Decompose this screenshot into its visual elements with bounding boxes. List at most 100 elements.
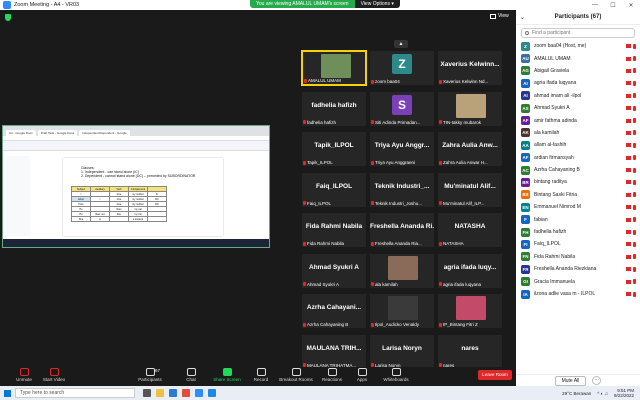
participant-row[interactable]: Ffabian — [516, 213, 640, 225]
tile-name-label: Fida Rahmi Nabila — [303, 241, 365, 246]
chrome-icon[interactable] — [182, 389, 190, 397]
video-off-icon — [626, 81, 631, 86]
muted-mic-icon — [371, 79, 374, 84]
mic-muted-icon — [633, 142, 636, 148]
leave-room-button[interactable]: Leave Room — [478, 370, 512, 380]
task-view-icon[interactable] — [143, 389, 151, 397]
video-tile[interactable]: MAULANA TRIH... MAULANA TRIHATMA... — [301, 333, 367, 370]
avatar: AF — [521, 153, 530, 163]
participant-name: ardian firmansyah — [534, 154, 574, 161]
participant-row[interactable]: FH fadhelia hafizh — [516, 226, 640, 238]
participant-row[interactable]: GI Gracia Immanuela — [516, 275, 640, 287]
video-tile[interactable]: Faiq_ILPOL Faiq_ILPOL — [301, 171, 367, 208]
close-icon[interactable]: ✕ — [622, 2, 640, 9]
video-off-icon — [626, 254, 631, 259]
participant-row[interactable]: FR Freshella Ananda Riezkiana — [516, 263, 640, 275]
mic-muted-icon — [633, 279, 636, 285]
video-off-button[interactable]: Start Video — [34, 368, 74, 385]
video-off-icon — [626, 217, 631, 222]
participant-row[interactable]: AC Azrha Cahayaning B — [516, 164, 640, 176]
video-tile[interactable]: AMALUL UMAM — [301, 50, 367, 86]
video-tile[interactable]: Azrha Cahayani... Azrha Cahayaning B — [301, 293, 367, 329]
video-tile[interactable]: S Siti Adinda Primadan... — [369, 90, 435, 127]
breakout-rooms-button[interactable]: Breakout Rooms — [276, 368, 316, 385]
video-tile[interactable]: Fida Rahmi Nabila Fida Rahmi Nabila — [301, 212, 367, 248]
chat-button[interactable]: Chat — [171, 368, 211, 385]
tile-display-name: Zahra Aulia Anw... — [442, 142, 498, 149]
video-tile[interactable]: Larisa Noryn Larisa Noryn — [369, 333, 435, 370]
video-tile[interactable]: Mu'minatul Alif... Mu'minatul Alif_ILP... — [437, 171, 503, 208]
muted-mic-icon — [439, 79, 442, 84]
participants-button[interactable]: 67 Participants — [130, 368, 170, 385]
participant-row[interactable]: BS Bintang Saski Fitria — [516, 189, 640, 201]
participant-row[interactable]: AI agria ifada luqyana — [516, 77, 640, 89]
participant-search-input[interactable]: Find a participant — [521, 28, 635, 38]
participant-name: agria ifada luqyana — [534, 80, 577, 87]
video-tile[interactable]: nares nares — [437, 333, 503, 370]
participant-row[interactable]: EN Emmanuel Nimrod M — [516, 201, 640, 213]
avatar: AA — [521, 140, 530, 150]
tile-display-name: Azrha Cahayani... — [306, 304, 362, 311]
participant-row[interactable]: BR bintang raditya — [516, 176, 640, 188]
file-explorer-icon[interactable] — [156, 389, 164, 397]
collapse-panel-icon[interactable]: ⌄ — [520, 14, 525, 21]
video-tile[interactable]: Triya Ayu Anggr... Triya Ayu Anggraeni — [369, 131, 435, 167]
participant-row[interactable]: AU AMALUL UMAM — [516, 52, 640, 64]
video-tile[interactable]: TIN-takky mubarok — [437, 90, 503, 127]
gallery-up-arrow-icon[interactable]: ▲ — [394, 40, 408, 48]
participant-row[interactable]: IA ilzona adlie vasa m - ILPOL — [516, 288, 640, 300]
participant-row[interactable]: AF ardian firmansyah — [516, 152, 640, 164]
video-tile[interactable]: fadhelia hafizh fadhelia hafizh — [301, 90, 367, 127]
muted-mic-icon — [371, 322, 374, 327]
video-tile[interactable]: Freshella Ananda Ri... Freshella Ananda R… — [369, 212, 435, 248]
participant-row[interactable]: AA allam al-fashih — [516, 139, 640, 151]
word-icon[interactable] — [208, 389, 216, 397]
participant-row[interactable]: FI Faiq_ILPOL — [516, 238, 640, 250]
avatar: FH — [521, 227, 530, 237]
participant-row[interactable]: AK ala kamilah — [516, 127, 640, 139]
video-tile[interactable]: NATASHA NATASHA — [437, 212, 503, 248]
tile-display-name: Triya Ayu Anggr... — [374, 142, 430, 149]
participant-row[interactable]: AG Abigail Graviela — [516, 65, 640, 77]
video-tile[interactable]: Tapik_ILPOL Tapik_ILPOL — [301, 131, 367, 167]
participant-row[interactable]: AI ahmad imam ali -ilpol — [516, 90, 640, 102]
video-tile[interactable]: ala kamilah — [369, 252, 435, 289]
zoom-taskbar-icon[interactable] — [195, 389, 203, 397]
mute-all-button[interactable]: Mute All — [554, 375, 587, 386]
video-tile[interactable]: Ahmad Syukri A Ahmad Syukri A — [301, 252, 367, 289]
record-button[interactable]: Record — [241, 368, 281, 385]
maximize-icon[interactable]: ☐ — [604, 2, 622, 9]
tile-name-label: Xaverius Kelwinn Nd... — [439, 79, 501, 84]
muted-mic-icon — [439, 322, 442, 327]
security-shield-icon[interactable] — [5, 14, 11, 21]
video-tile[interactable]: Teknik Industri_... Teknik Industri_Joshu… — [369, 171, 435, 208]
taskbar-search-input[interactable]: Type here to search — [15, 388, 135, 398]
participant-video — [456, 296, 486, 320]
view-options-button[interactable]: View Options ▾ — [354, 0, 400, 8]
participant-row[interactable]: AF amir fathma adinda — [516, 114, 640, 126]
tile-label-text: Teknik Industri_Joshu... — [375, 200, 423, 206]
mic-muted-icon — [633, 105, 636, 111]
shared-taskbar — [3, 239, 269, 247]
video-tile[interactable]: Zzoom baa04 — [369, 50, 435, 86]
table-row: She is a student — [71, 216, 167, 222]
windows-start-icon[interactable] — [4, 389, 11, 397]
toolbar-label: Start Video — [42, 377, 66, 382]
minimize-icon[interactable]: — — [586, 2, 604, 9]
video-tile[interactable]: Ilpol_Audicko Venaldy — [369, 293, 435, 329]
muted-mic-icon — [439, 120, 442, 124]
video-tile[interactable]: Xaverius Kelwinn... Xaverius Kelwinn Nd..… — [437, 50, 503, 86]
participant-name: fabian — [534, 216, 548, 223]
edge-icon[interactable] — [169, 389, 177, 397]
video-tile[interactable]: Zahra Aulia Anw... Zahra Aulia Anwar H... — [437, 131, 503, 167]
whiteboards-button[interactable]: Whiteboards — [376, 368, 416, 385]
system-tray: 29°C Berawan ^ ◐ ♫ 9:51 PM 9/22/2022 — [562, 388, 640, 398]
view-button[interactable]: View — [490, 13, 509, 19]
video-tile[interactable]: agria ifada luqy... agria ifada luqyana — [437, 252, 503, 289]
participant-row[interactable]: Zzoom baa04 (Host, me) — [516, 40, 640, 52]
tile-name-label: Mu'minatul Alif_ILP... — [439, 201, 501, 206]
participant-row[interactable]: AS Ahmad Syukri A — [516, 102, 640, 114]
participant-row[interactable]: FN Fida Rahmi Nabila — [516, 251, 640, 263]
video-tile[interactable]: IP_Bintang Fitri Z — [437, 293, 503, 329]
more-options-icon[interactable]: ··· — [592, 376, 602, 385]
